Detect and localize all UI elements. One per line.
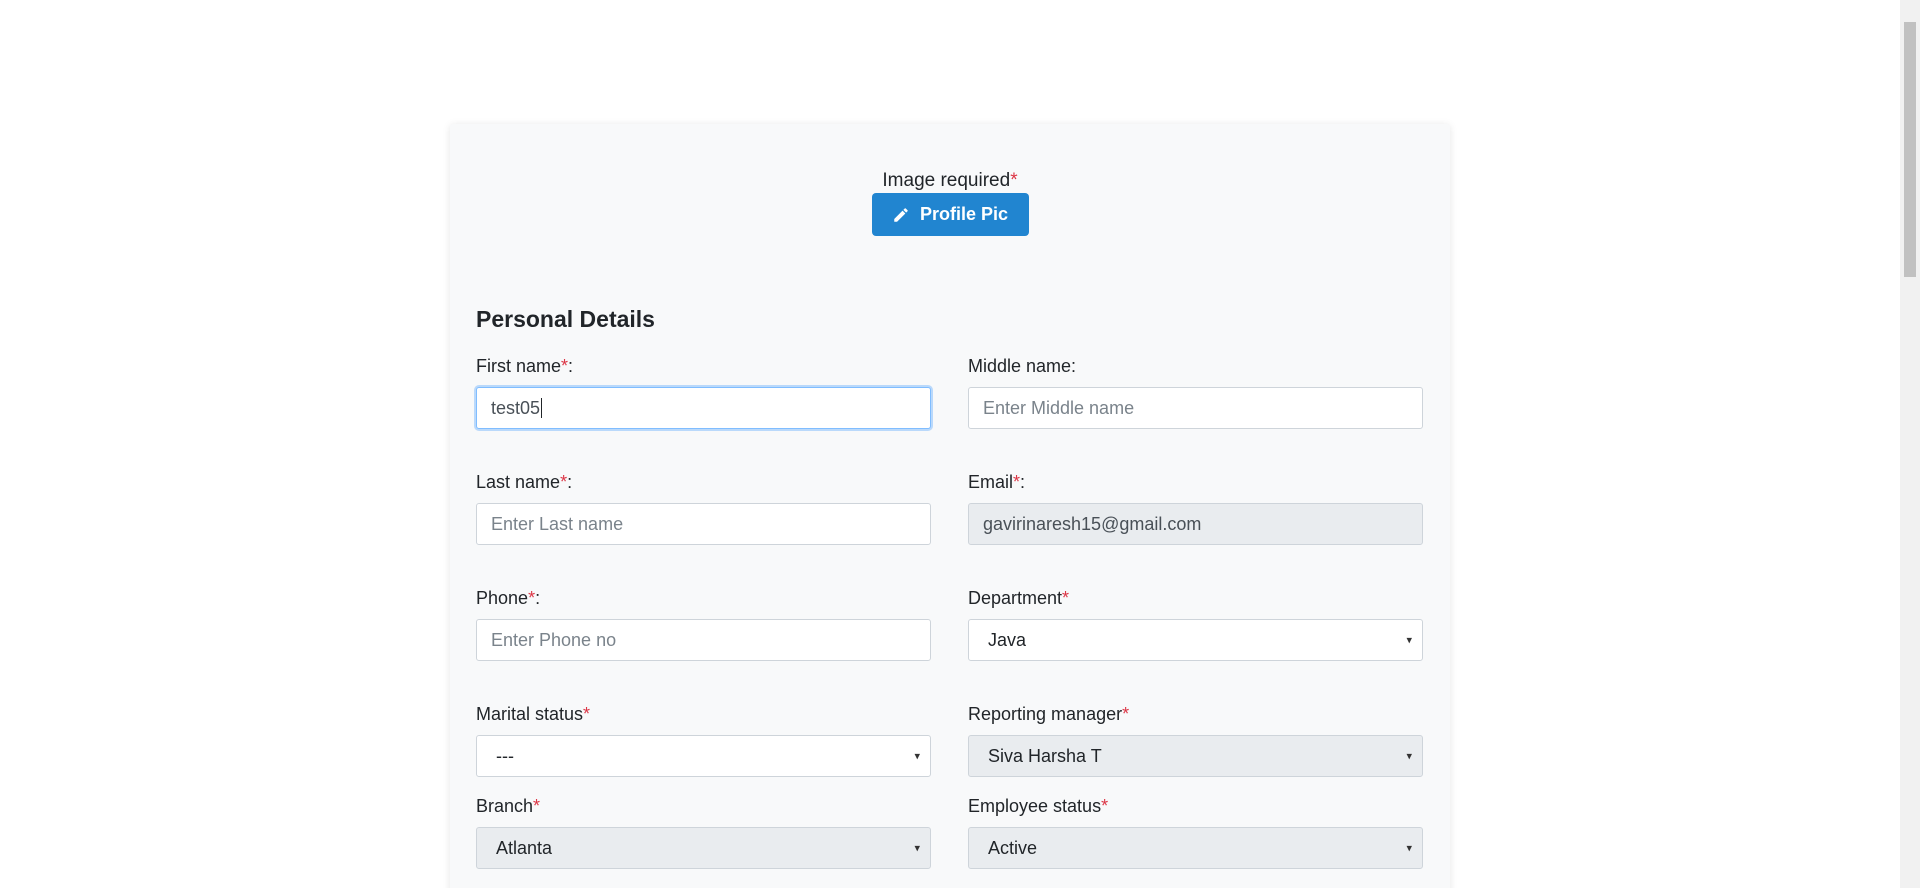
- reporting-manager-select[interactable]: Siva Harsha T ▾: [968, 735, 1423, 777]
- email-label: Email*:: [968, 472, 1026, 492]
- middle-name-input[interactable]: Enter Middle name: [968, 387, 1423, 429]
- last-name-label: Last name*:: [476, 472, 573, 492]
- image-upload-section: Image required* Profile Pic: [450, 170, 1450, 236]
- middle-name-label: Middle name:: [968, 356, 1077, 376]
- first-name-input[interactable]: test05: [476, 387, 931, 429]
- middle-name-field: Middle name: Enter Middle name: [968, 355, 1423, 429]
- last-name-field: Last name*: Enter Last name: [476, 471, 931, 545]
- last-name-input[interactable]: Enter Last name: [476, 503, 931, 545]
- vertical-scrollbar[interactable]: [1900, 0, 1920, 888]
- section-title: Personal Details: [476, 306, 655, 332]
- profile-pic-button[interactable]: Profile Pic: [871, 193, 1029, 236]
- image-required-label: Image required*: [882, 170, 1018, 191]
- branch-field: Branch* Atlanta ▾: [476, 795, 931, 869]
- branch-label: Branch*: [476, 796, 541, 816]
- phone-field: Phone*: Enter Phone no: [476, 587, 931, 661]
- employee-status-field: Employee status* Active ▾: [968, 795, 1423, 869]
- text-cursor: [541, 398, 543, 418]
- chevron-down-icon: ▾: [1406, 750, 1412, 763]
- marital-status-field: Marital status* --- ▾: [476, 703, 931, 777]
- branch-select[interactable]: Atlanta ▾: [476, 827, 931, 869]
- chevron-down-icon: ▾: [914, 750, 920, 763]
- marital-status-select[interactable]: --- ▾: [476, 735, 931, 777]
- department-label: Department*: [968, 588, 1070, 608]
- chevron-down-icon: ▾: [1406, 634, 1412, 647]
- reporting-manager-label: Reporting manager*: [968, 704, 1130, 724]
- scrollbar-thumb[interactable]: [1904, 22, 1916, 277]
- employee-status-select[interactable]: Active ▾: [968, 827, 1423, 869]
- marital-status-label: Marital status*: [476, 704, 591, 724]
- first-name-label: First name*:: [476, 356, 574, 376]
- phone-input[interactable]: Enter Phone no: [476, 619, 931, 661]
- employee-status-label: Employee status*: [968, 796, 1109, 816]
- department-select[interactable]: Java ▾: [968, 619, 1423, 661]
- profile-form-card: Image required* Profile Pic Personal Det…: [450, 124, 1450, 888]
- phone-label: Phone*:: [476, 588, 541, 608]
- email-field: Email*: gavirinaresh15@gmail.com: [968, 471, 1423, 545]
- department-field: Department* Java ▾: [968, 587, 1423, 661]
- email-input[interactable]: gavirinaresh15@gmail.com: [968, 503, 1423, 545]
- first-name-field: First name*: test05: [476, 355, 931, 429]
- reporting-manager-field: Reporting manager* Siva Harsha T ▾: [968, 703, 1423, 777]
- chevron-down-icon: ▾: [1406, 842, 1412, 855]
- chevron-down-icon: ▾: [914, 842, 920, 855]
- pencil-icon: [894, 207, 908, 222]
